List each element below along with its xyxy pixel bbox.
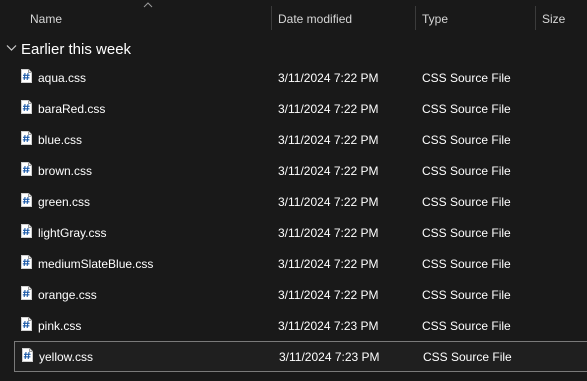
column-header-size[interactable]: Size — [542, 12, 565, 26]
file-row[interactable]: yellow.css 3/11/2024 7:23 PM CSS Source Fi… — [14, 341, 587, 372]
file-name[interactable]: green.css — [38, 195, 90, 209]
group-label: Earlier this week — [21, 41, 132, 58]
file-name[interactable]: mediumSlateBlue.css — [38, 257, 153, 271]
file-date-modified: 3/11/2024 7:22 PM — [278, 71, 379, 85]
file-date-modified: 3/11/2024 7:22 PM — [278, 195, 379, 209]
file-name[interactable]: orange.css — [38, 288, 97, 302]
file-type: CSS Source File — [422, 288, 511, 302]
file-row[interactable]: baraRed.css 3/11/2024 7:22 PM CSS Source F… — [0, 93, 587, 124]
css-file-icon — [21, 255, 32, 269]
column-separator[interactable] — [535, 6, 536, 30]
file-row[interactable]: aqua.css 3/11/2024 7:22 PM CSS Source File — [0, 62, 587, 93]
file-list: aqua.css 3/11/2024 7:22 PM CSS Source File… — [0, 62, 587, 372]
file-date-modified: 3/11/2024 7:22 PM — [278, 133, 379, 147]
css-file-icon — [21, 193, 32, 207]
file-date-modified: 3/11/2024 7:22 PM — [278, 164, 379, 178]
file-row[interactable]: lightGray.css 3/11/2024 7:22 PM CSS Source… — [0, 217, 587, 248]
file-type: CSS Source File — [422, 319, 511, 333]
file-type: CSS Source File — [422, 102, 511, 116]
file-row[interactable]: green.css 3/11/2024 7:22 PM CSS Source Fil… — [0, 186, 587, 217]
column-header-name[interactable]: Name — [30, 12, 62, 26]
file-date-modified: 3/11/2024 7:22 PM — [278, 226, 379, 240]
file-type: CSS Source File — [422, 133, 511, 147]
css-file-icon — [21, 224, 32, 238]
column-header-type[interactable]: Type — [422, 12, 448, 26]
file-name[interactable]: blue.css — [38, 133, 82, 147]
column-separator[interactable] — [271, 6, 272, 30]
file-name[interactable]: aqua.css — [38, 71, 86, 85]
css-file-icon — [21, 317, 32, 331]
column-header-date-modified[interactable]: Date modified — [278, 12, 352, 26]
file-date-modified: 3/11/2024 7:22 PM — [278, 257, 379, 271]
file-type: CSS Source File — [422, 71, 511, 85]
group-header-earlier-this-week[interactable]: Earlier this week — [0, 36, 587, 62]
css-file-icon — [22, 348, 33, 362]
file-row[interactable]: mediumSlateBlue.css 3/11/2024 7:22 PM CSS … — [0, 248, 587, 279]
file-type: CSS Source File — [422, 164, 511, 178]
file-name[interactable]: lightGray.css — [38, 226, 106, 240]
file-date-modified: 3/11/2024 7:23 PM — [279, 350, 380, 364]
file-type: CSS Source File — [423, 350, 512, 364]
file-name[interactable]: pink.css — [38, 319, 81, 333]
column-separator[interactable] — [415, 6, 416, 30]
file-type: CSS Source File — [422, 226, 511, 240]
css-file-icon — [21, 100, 32, 114]
file-row[interactable]: blue.css 3/11/2024 7:22 PM CSS Source File — [0, 124, 587, 155]
css-file-icon — [21, 69, 32, 83]
file-name[interactable]: baraRed.css — [38, 102, 105, 116]
file-type: CSS Source File — [422, 257, 511, 271]
file-type: CSS Source File — [422, 195, 511, 209]
file-name[interactable]: yellow.css — [39, 350, 93, 364]
file-date-modified: 3/11/2024 7:22 PM — [278, 288, 379, 302]
column-header-bar: Name Date modified Type Size — [0, 0, 587, 34]
css-file-icon — [21, 286, 32, 300]
css-file-icon — [21, 162, 32, 176]
file-row[interactable]: brown.css 3/11/2024 7:22 PM CSS Source Fil… — [0, 155, 587, 186]
chevron-down-icon[interactable] — [6, 44, 17, 52]
file-date-modified: 3/11/2024 7:23 PM — [278, 319, 379, 333]
file-date-modified: 3/11/2024 7:22 PM — [278, 102, 379, 116]
sort-up-icon — [143, 2, 153, 8]
file-row[interactable]: pink.css 3/11/2024 7:23 PM CSS Source File — [0, 310, 587, 341]
file-row[interactable]: orange.css 3/11/2024 7:22 PM CSS Source Fi… — [0, 279, 587, 310]
file-name[interactable]: brown.css — [38, 164, 92, 178]
css-file-icon — [21, 131, 32, 145]
